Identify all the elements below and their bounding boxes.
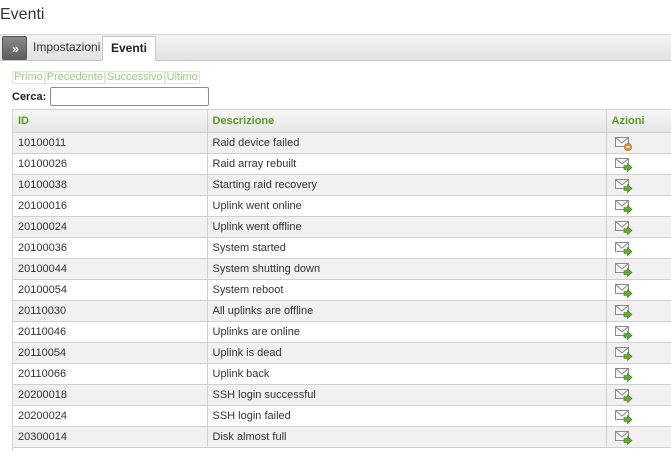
mail-send-icon[interactable] <box>615 262 633 277</box>
cell-description: Uplink went offline <box>207 216 607 238</box>
cell-id: 20110046 <box>13 321 208 343</box>
mail-send-icon[interactable] <box>615 157 633 172</box>
table-row: 20100054 System reboot <box>13 279 671 301</box>
cell-actions <box>606 216 671 238</box>
cell-id: 20100044 <box>13 258 208 280</box>
mail-send-icon[interactable] <box>615 367 633 382</box>
tab-bar: » Impostazioni Eventi <box>0 35 671 61</box>
cell-id: 10100011 <box>13 132 208 154</box>
cell-description: System started <box>207 237 607 259</box>
cell-actions <box>606 405 671 427</box>
cell-description: Uplink is dead <box>207 342 607 364</box>
pager-last[interactable]: Ultimo <box>164 71 200 84</box>
table-header-row: ID Descrizione Azioni <box>13 110 671 133</box>
cell-id: 20110030 <box>13 300 208 322</box>
cell-actions <box>606 174 671 196</box>
cell-id: 10100038 <box>13 174 208 196</box>
mail-send-icon[interactable] <box>615 304 633 319</box>
tab-impostazioni[interactable]: Impostazioni <box>26 36 107 59</box>
pagination: Primo Precedente Successivo Ultimo <box>12 71 200 84</box>
search-label: Cerca: <box>12 91 47 103</box>
mail-send-icon[interactable] <box>615 388 633 403</box>
table-row: 20200018 SSH login successful <box>13 384 671 406</box>
cell-id: 20110066 <box>13 363 208 385</box>
cell-actions <box>606 321 671 343</box>
table-row: 20110066 Uplink back <box>13 363 671 385</box>
mail-send-icon[interactable] <box>615 220 633 235</box>
cell-actions <box>606 153 671 175</box>
cell-description: Starting raid recovery <box>207 174 607 196</box>
mail-send-icon[interactable] <box>615 199 633 214</box>
cell-id: 20100024 <box>13 216 208 238</box>
cell-id: 20200018 <box>13 384 208 406</box>
cell-description: Uplink went online <box>207 195 607 217</box>
cell-id: 20300014 <box>13 426 208 448</box>
cell-description: All uplinks are offline <box>207 300 607 322</box>
pager-next[interactable]: Successivo <box>105 71 165 84</box>
cell-actions <box>606 426 671 448</box>
table-row: 10100011 Raid device failed <box>13 132 671 154</box>
table-row: 20100016 Uplink went online <box>13 195 671 217</box>
tab-eventi[interactable]: Eventi <box>102 36 157 61</box>
table-row: 20200024 SSH login failed <box>13 405 671 427</box>
mail-send-icon[interactable] <box>615 283 633 298</box>
cell-description: SSH login successful <box>207 384 607 406</box>
pager-previous[interactable]: Precedente <box>44 71 105 84</box>
cell-actions <box>606 363 671 385</box>
cell-actions <box>606 300 671 322</box>
table-row: 20110054 Uplink is dead <box>13 342 671 364</box>
mail-send-icon[interactable] <box>615 346 633 361</box>
cell-id: 20100016 <box>13 195 208 217</box>
cell-id: 20110054 <box>13 342 208 364</box>
search-input[interactable] <box>50 87 209 106</box>
cell-id: 20100036 <box>13 237 208 259</box>
cell-actions <box>606 279 671 301</box>
cell-description: System shutting down <box>207 258 607 280</box>
cell-description: Disk almost full <box>207 426 607 448</box>
cell-description: SSH login failed <box>207 405 607 427</box>
column-header-actions: Azioni <box>606 110 671 133</box>
cell-description: Raid array rebuilt <box>207 153 607 175</box>
column-header-description[interactable]: Descrizione <box>207 110 607 133</box>
mail-send-icon[interactable] <box>615 409 633 424</box>
table-row: 20110046 Uplinks are online <box>13 321 671 343</box>
page-title: Eventi <box>0 6 45 23</box>
cell-description: Uplink back <box>207 363 607 385</box>
mail-send-icon[interactable] <box>615 178 633 193</box>
table-row: 20110030 All uplinks are offline <box>13 300 671 322</box>
expand-menu-button[interactable]: » <box>2 36 27 60</box>
cell-id: 20200024 <box>13 405 208 427</box>
cell-description: System reboot <box>207 279 607 301</box>
cell-actions <box>606 342 671 364</box>
events-table: ID Descrizione Azioni 10100011 Raid devic… <box>12 109 671 451</box>
cell-description: Uplinks are online <box>207 321 607 343</box>
cell-actions <box>606 384 671 406</box>
table-row: 20300014 Disk almost full <box>13 426 671 448</box>
pager-first[interactable]: Primo <box>12 71 45 84</box>
column-header-id[interactable]: ID <box>13 110 208 133</box>
mail-send-icon[interactable] <box>615 430 633 445</box>
cell-actions <box>606 195 671 217</box>
table-row: 10100038 Starting raid recovery <box>13 174 671 196</box>
mail-send-icon[interactable] <box>615 241 633 256</box>
cell-actions <box>606 258 671 280</box>
mail-disabled-icon[interactable] <box>615 136 633 151</box>
cell-id: 20100054 <box>13 279 208 301</box>
table-row: 20100044 System shutting down <box>13 258 671 280</box>
cell-description: Raid device failed <box>207 132 607 154</box>
cell-actions <box>606 132 671 154</box>
cell-id: 10100026 <box>13 153 208 175</box>
table-row: 20100036 System started <box>13 237 671 259</box>
mail-send-icon[interactable] <box>615 325 633 340</box>
table-row: 20100024 Uplink went offline <box>13 216 671 238</box>
table-row: 10100026 Raid array rebuilt <box>13 153 671 175</box>
cell-actions <box>606 237 671 259</box>
